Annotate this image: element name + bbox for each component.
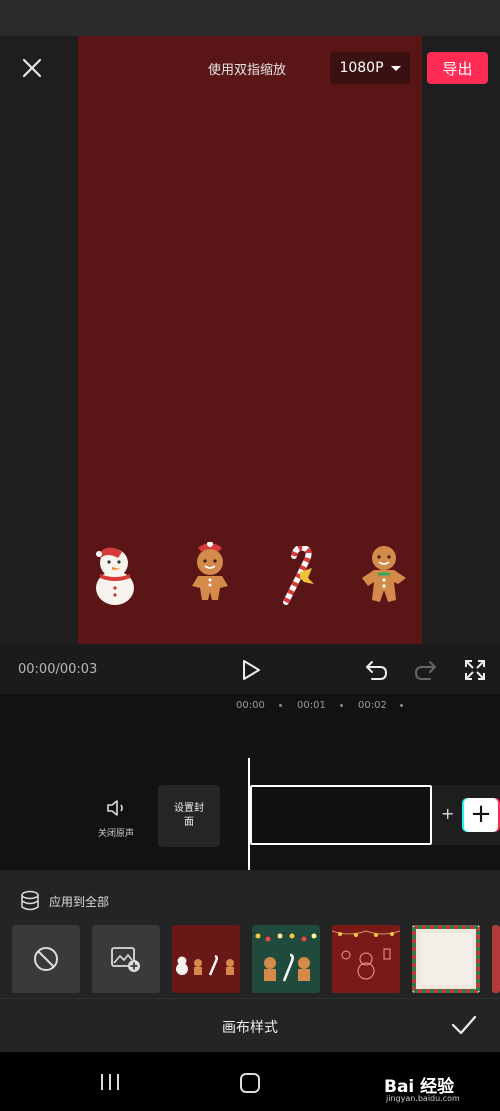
style-custom-image[interactable] (92, 925, 160, 993)
gingerbread-man-sticker (362, 546, 406, 602)
home-icon[interactable] (238, 1072, 262, 1094)
no-style-icon (34, 947, 58, 971)
tick-label: 00:00 (236, 700, 265, 711)
candy-frame-thumbnail (412, 925, 480, 993)
watermark-url: jingyan.baidu.com (386, 1094, 460, 1103)
close-icon[interactable] (18, 54, 46, 82)
candy-cane-sticker (283, 546, 314, 605)
tick-label: 00:01 (297, 700, 326, 711)
player-controls: 00:00/00:03 (0, 644, 500, 694)
canvas-style-panel: 应用到全部 画布样式 (0, 870, 500, 1052)
style-stripe-partial[interactable] (492, 925, 500, 993)
add-image-icon (111, 947, 140, 972)
style-none[interactable] (12, 925, 80, 993)
resolution-dropdown[interactable]: 1080P (330, 52, 410, 84)
speaker-icon (107, 800, 123, 816)
resolution-label: 1080P (339, 60, 384, 76)
style-candy-stripe-frame[interactable] (412, 925, 480, 993)
baidu-jingyan-watermark: Bai 经验 jingyan.baidu.com (384, 1072, 494, 1108)
set-cover-button[interactable]: 设置封面 (158, 785, 220, 847)
redo-icon[interactable] (412, 658, 438, 682)
play-icon[interactable] (240, 659, 262, 681)
style-options (0, 925, 500, 993)
panel-bottom-bar: 画布样式 (0, 998, 500, 1052)
mute-label: 关闭原声 (97, 829, 134, 839)
checkmark-icon[interactable] (450, 1013, 478, 1037)
style-green-lights[interactable] (252, 925, 320, 993)
tick-label: 00:02 (358, 700, 387, 711)
tick-dot (340, 704, 343, 707)
cover-label: 设置封面 (174, 803, 204, 828)
green-lights-thumbnail (252, 932, 320, 982)
export-button[interactable]: 导出 (427, 52, 488, 84)
playback-time: 00:00/00:03 (18, 662, 98, 677)
style-red-outline-doodles[interactable] (332, 925, 400, 993)
mute-original-audio-button[interactable]: 关闭原声 (92, 798, 140, 839)
preview-area: 使用双指缩放 1080P 导出 (0, 36, 500, 644)
gingerbread-girl-sticker (192, 542, 228, 600)
caret-down-icon (390, 65, 401, 71)
apply-to-all-button[interactable]: 应用到全部 (20, 890, 109, 912)
tick-dot (400, 704, 403, 707)
pinch-zoom-hint: 使用双指缩放 (208, 63, 287, 78)
video-clip[interactable] (250, 785, 432, 845)
red-doodles-thumbnail (332, 930, 400, 980)
red-gingerbread-thumbnail (176, 954, 234, 976)
snowman-sticker (96, 547, 134, 605)
undo-icon[interactable] (364, 658, 390, 682)
style-red-gingerbread[interactable] (172, 925, 240, 993)
add-clip-button[interactable]: + (464, 798, 498, 832)
fullscreen-icon[interactable] (464, 659, 486, 681)
apply-all-label: 应用到全部 (49, 894, 110, 909)
recent-apps-icon[interactable] (98, 1072, 122, 1092)
timeline[interactable]: 00:00 00:01 00:02 关闭原声 设置封面 + + (0, 694, 500, 870)
system-nav-bar: Bai 经验 jingyan.baidu.com (0, 1052, 500, 1111)
panel-title: 画布样式 (222, 1020, 278, 1036)
plus-icon[interactable]: + (441, 804, 454, 823)
playhead[interactable] (248, 758, 250, 870)
tick-dot (279, 704, 282, 707)
layers-icon (21, 890, 39, 911)
status-bar (0, 0, 500, 36)
